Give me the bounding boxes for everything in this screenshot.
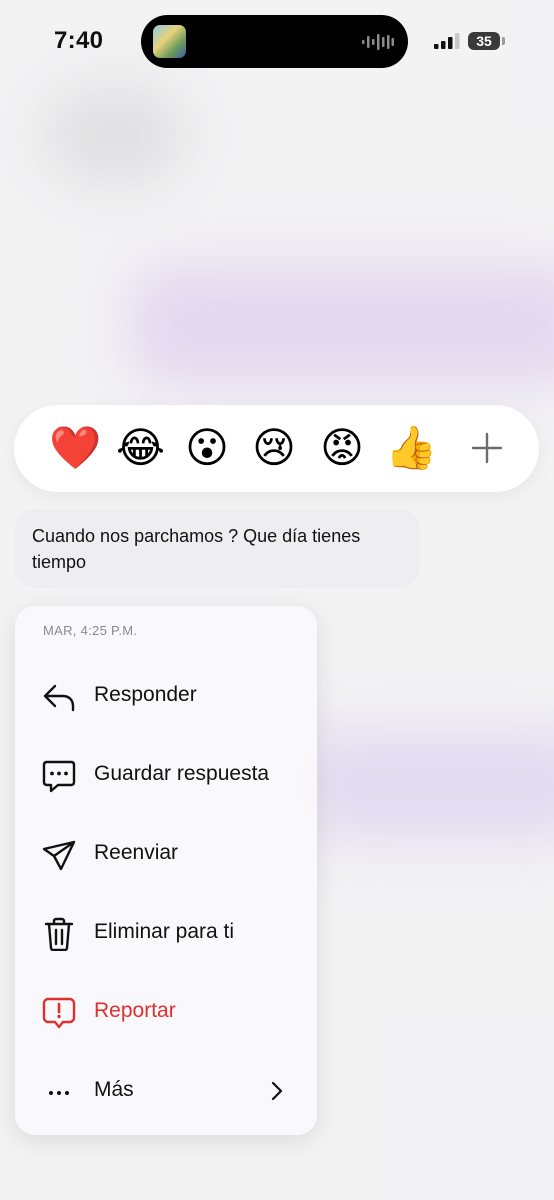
saved-reply-menu-item[interactable]: Guardar respuesta [15, 735, 317, 814]
heart-reaction-button[interactable]: ❤️ [49, 424, 101, 472]
report-label: Reportar [94, 999, 176, 1022]
crying-reaction-button[interactable]: 😢 [250, 424, 298, 472]
audio-waveform-icon [362, 34, 394, 50]
saved-reply-label: Guardar respuesta [94, 762, 270, 785]
saved-reply-icon [42, 760, 76, 793]
message-context-menu: MAR, 4:25 P.M. Responder Guardar respues… [15, 606, 317, 1135]
more-icon [49, 1091, 69, 1095]
thumbs-up-reaction-button[interactable]: 👍 [385, 424, 437, 472]
status-bar: 7:40 35 [0, 0, 554, 84]
plus-icon[interactable] [470, 431, 504, 465]
angry-reaction-button[interactable]: 😡 [318, 424, 366, 472]
cellular-signal-icon [434, 33, 460, 49]
battery-cap [502, 37, 505, 45]
reply-icon [43, 684, 75, 712]
now-playing-artwork [153, 25, 186, 58]
report-icon [42, 997, 76, 1029]
status-time: 7:40 [54, 27, 104, 54]
laughing-reaction-button[interactable]: 😂 [116, 424, 165, 472]
battery-indicator: 35 [468, 32, 500, 50]
reply-menu-item[interactable]: Responder [15, 656, 317, 735]
delete-for-you-menu-item[interactable]: Eliminar para ti [15, 893, 317, 972]
surprised-reaction-button[interactable]: 😮 [183, 424, 231, 472]
more-label: Más [94, 1078, 134, 1101]
forward-icon [42, 840, 76, 871]
message-bubble[interactable]: Cuando nos parchamos ? Que día tienes ti… [14, 509, 420, 588]
delete-for-you-label: Eliminar para ti [94, 920, 235, 943]
reply-label: Responder [94, 683, 197, 706]
trash-icon [44, 917, 74, 951]
forward-label: Reenviar [94, 841, 179, 864]
message-timestamp: MAR, 4:25 P.M. [43, 623, 138, 638]
more-menu-item[interactable]: Más [15, 1051, 317, 1130]
message-text: Cuando nos parchamos ? Que día tienes ti… [32, 526, 361, 572]
report-menu-item[interactable]: Reportar [15, 972, 317, 1051]
dynamic-island[interactable] [141, 15, 408, 68]
forward-menu-item[interactable]: Reenviar [15, 814, 317, 893]
reaction-bar: ❤️ 😂 😮 😢 😡 👍 [14, 405, 539, 492]
chevron-right-icon [271, 1081, 283, 1101]
